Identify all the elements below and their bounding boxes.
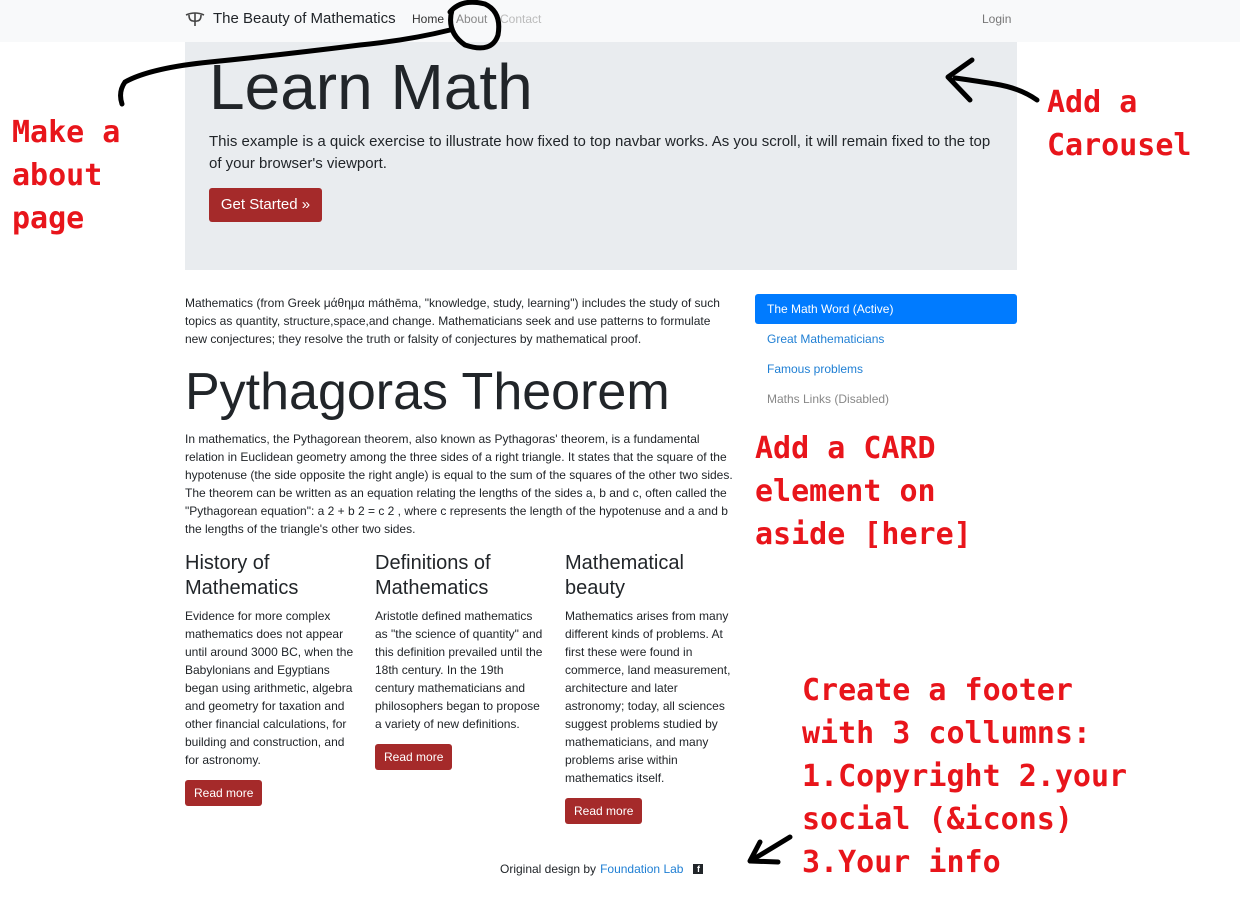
sidebar-item-mathematicians[interactable]: Great Mathematicians [755, 324, 1017, 354]
read-more-button[interactable]: Read more [565, 798, 643, 824]
column-history: History of Mathematics Evidence for more… [185, 551, 355, 769]
annotation-line: Add a CARD [755, 431, 936, 466]
annotation-about: Make a about page [12, 111, 120, 240]
annotation-line: Add a [1047, 85, 1138, 120]
annotation-line: element on [755, 474, 936, 509]
top-navbar: The Beauty of Mathematics Home About Con… [0, 0, 1240, 42]
sidebar-item-problems[interactable]: Famous problems [755, 354, 1017, 384]
column-beauty: Mathematical beauty Mathematics arises f… [565, 551, 733, 787]
read-more-button[interactable]: Read more [375, 744, 453, 770]
annotation-line: Create a footer [802, 673, 1073, 708]
nav-home-link[interactable]: Home [412, 12, 444, 26]
annotation-line: aside [here] [755, 517, 972, 552]
facebook-icon[interactable]: f [693, 864, 704, 874]
get-started-button[interactable]: Get Started » [209, 188, 322, 222]
phi-icon [185, 11, 205, 27]
sidebar-item-math-word[interactable]: The Math Word (Active) [755, 294, 1017, 324]
annotation-line: about [12, 158, 103, 193]
footer: Original design by Foundation Lab f [500, 862, 704, 876]
section-paragraph: In mathematics, the Pythagorean theorem,… [185, 432, 733, 536]
annotation-line: Carousel [1047, 128, 1192, 163]
footer-link[interactable]: Foundation Lab [600, 862, 683, 876]
column-text: Evidence for more complex mathematics do… [185, 609, 354, 767]
column-text: Aristotle defined mathematics as "the sc… [375, 609, 543, 731]
footer-text: Original design by [500, 862, 597, 876]
annotation-line: with 3 collumns: [802, 716, 1091, 751]
jumbotron-text: This example is a quick exercise to illu… [209, 133, 991, 172]
intro-paragraph: Mathematics (from Greek μάθημα máthēma, … [185, 296, 720, 346]
brand-title: The Beauty of Mathematics [213, 10, 396, 27]
annotation-footer: Create a footer with 3 collumns: 1.Copyr… [802, 669, 1127, 884]
annotation-line: Make a [12, 115, 121, 150]
annotation-line: social (&icons) [802, 802, 1073, 837]
section-heading: Pythagoras Theorem [185, 363, 670, 421]
annotation-line: 1.Copyright 2.your [802, 759, 1128, 794]
navbar-brand[interactable]: The Beauty of Mathematics [185, 10, 396, 27]
jumbotron: Learn Math This example is a quick exerc… [185, 42, 1017, 270]
nav-login-link[interactable]: Login [982, 12, 1011, 26]
annotation-carousel: Add a Carousel [1047, 81, 1192, 167]
annotation-card: Add a CARD element on aside [here] [755, 427, 972, 556]
column-definitions: Definitions of Mathematics Aristotle def… [375, 551, 545, 733]
annotation-line: page [12, 201, 85, 236]
nav-about-link[interactable]: About [456, 12, 487, 26]
jumbotron-title: Learn Math [209, 51, 533, 123]
sidebar-item-links-disabled: Maths Links (Disabled) [767, 392, 890, 406]
annotation-line: 3.Your info [802, 845, 1001, 880]
column-title: History of Mathematics [185, 552, 299, 599]
nav-contact-link[interactable]: Contact [500, 12, 541, 26]
column-title: Definitions of Mathematics [375, 552, 491, 599]
column-title: Mathematical beauty [565, 552, 684, 599]
read-more-button[interactable]: Read more [185, 780, 263, 806]
column-text: Mathematics arises from many different k… [565, 609, 731, 785]
